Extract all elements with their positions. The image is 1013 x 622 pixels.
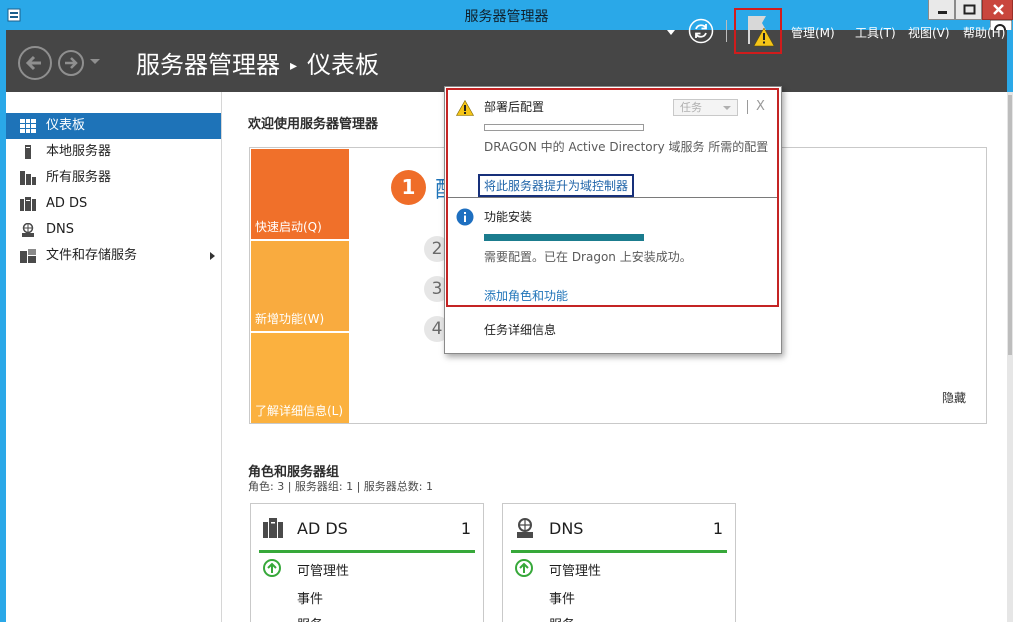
- notification-desc-feature: 需要配置。已在 Dragon 上安装成功。: [484, 250, 692, 264]
- role-card-dns[interactable]: DNS 1 可管理性 事件 服务: [502, 503, 736, 622]
- local-server-icon: [25, 145, 31, 159]
- manage-menu[interactable]: 管理(M): [791, 24, 835, 41]
- header-dropdown[interactable]: [667, 30, 675, 35]
- breadcrumb-root[interactable]: 服务器管理器: [136, 51, 280, 79]
- scrollbar-thumb[interactable]: [1008, 95, 1012, 355]
- add-roles-features-link[interactable]: 添加角色和功能: [484, 287, 568, 304]
- sidebar-item-all-servers[interactable]: 所有服务器: [6, 165, 221, 191]
- file-storage-icon: [20, 249, 36, 263]
- breadcrumb-current: 仪表板: [307, 51, 380, 79]
- chevron-down-icon: [723, 106, 731, 110]
- welcome-title: 欢迎使用服务器管理器: [248, 117, 379, 132]
- role-name: AD DS: [297, 519, 348, 538]
- arrow-left-icon: [25, 55, 41, 71]
- task-button-label: 任务: [680, 101, 702, 114]
- sidebar-item-label: 本地服务器: [46, 144, 112, 159]
- hide-link[interactable]: 隐藏: [942, 389, 966, 406]
- dns-icon: [517, 518, 533, 538]
- flag-warning-icon: [748, 16, 775, 47]
- roles-summary: 角色: 3 | 服务器组: 1 | 服务器总数: 1: [248, 480, 434, 493]
- role-name: DNS: [549, 519, 584, 538]
- task-details-link[interactable]: 任务详细信息: [484, 321, 556, 338]
- maximize-button[interactable]: [955, 0, 982, 20]
- sidebar-item-label: 仪表板: [46, 118, 86, 133]
- tile-whats-new[interactable]: 新增功能(W): [251, 241, 349, 331]
- close-icon: [993, 4, 1004, 15]
- feature-progress-bar: [484, 234, 644, 241]
- dns-icon: [22, 223, 34, 237]
- header-divider: [726, 20, 727, 42]
- status-bar: [259, 550, 475, 553]
- refresh-icon[interactable]: [688, 18, 714, 44]
- services-link[interactable]: 服务: [297, 614, 323, 622]
- forward-button[interactable]: [58, 50, 84, 76]
- minimize-button[interactable]: [928, 0, 955, 20]
- chevron-right-icon: [210, 252, 215, 260]
- tools-menu[interactable]: 工具(T): [855, 24, 896, 41]
- status-up-icon: [263, 559, 281, 577]
- sidebar: 仪表板 本地服务器 所有服务器 AD DS DNS 文件和存储服务: [6, 92, 222, 622]
- arrow-right-icon: [65, 57, 78, 69]
- history-dropdown[interactable]: [90, 59, 100, 64]
- notification-title-feature: 功能安装: [484, 210, 533, 224]
- notification-title-deploy: 部署后配置: [484, 100, 545, 114]
- sidebar-item-label: 所有服务器: [46, 170, 112, 185]
- tile-label: 了解详细信息(L): [255, 404, 344, 418]
- maximize-icon: [963, 4, 976, 15]
- sidebar-item-label: AD DS: [46, 196, 88, 211]
- task-divider: [747, 100, 748, 114]
- tile-label: 快速启动(Q): [255, 220, 322, 234]
- ad-ds-icon: [20, 197, 36, 211]
- role-count: 1: [460, 519, 471, 538]
- status-bar: [511, 550, 727, 553]
- sidebar-item-dashboard[interactable]: 仪表板: [6, 113, 221, 139]
- breadcrumb: 服务器管理器 ▸ 仪表板: [136, 45, 379, 80]
- events-link[interactable]: 事件: [549, 588, 575, 607]
- sidebar-item-file-storage[interactable]: 文件和存储服务: [6, 243, 221, 269]
- dashboard-icon: [20, 119, 36, 133]
- ad-ds-icon: [263, 518, 283, 538]
- task-dropdown-button[interactable]: 任务: [673, 99, 738, 116]
- tile-label: 新增功能(W): [255, 312, 325, 326]
- step-1-badge: 1: [391, 170, 426, 205]
- notification-desc-deploy: DRAGON 中的 Active Directory 域服务 所需的配置: [484, 140, 769, 154]
- deploy-progress-bar: [484, 124, 644, 131]
- minimize-icon: [938, 11, 947, 14]
- tile-learn-more[interactable]: 了解详细信息(L): [251, 333, 349, 423]
- status-up-icon: [515, 559, 533, 577]
- help-menu[interactable]: 帮助(H): [963, 24, 1005, 41]
- role-card-ad-ds[interactable]: AD DS 1 可管理性 事件 服务: [250, 503, 484, 622]
- warning-icon: [456, 100, 474, 116]
- role-count: 1: [712, 519, 723, 538]
- sidebar-item-label: 文件和存储服务: [46, 248, 138, 263]
- promote-to-dc-link[interactable]: 将此服务器提升为域控制器: [478, 174, 635, 197]
- sidebar-item-dns[interactable]: DNS: [6, 217, 221, 243]
- sidebar-item-local-server[interactable]: 本地服务器: [6, 139, 221, 165]
- sidebar-item-label: DNS: [46, 222, 74, 237]
- manageability-link[interactable]: 可管理性: [549, 560, 601, 579]
- window-title: 服务器管理器: [464, 9, 549, 25]
- close-button[interactable]: [982, 0, 1013, 20]
- all-servers-icon: [20, 171, 36, 185]
- dismiss-notification-button[interactable]: X: [756, 99, 765, 114]
- sidebar-item-ad-ds[interactable]: AD DS: [6, 191, 221, 217]
- view-menu[interactable]: 视图(V): [908, 24, 950, 41]
- info-icon: [456, 208, 474, 226]
- notifications-button[interactable]: [734, 8, 782, 54]
- tile-quick-start[interactable]: 快速启动(Q): [251, 149, 349, 239]
- back-button[interactable]: [18, 46, 52, 80]
- notification-separator: [448, 197, 777, 198]
- breadcrumb-separator: ▸: [290, 58, 298, 74]
- manageability-link[interactable]: 可管理性: [297, 560, 349, 579]
- services-link[interactable]: 服务: [549, 614, 575, 622]
- events-link[interactable]: 事件: [297, 588, 323, 607]
